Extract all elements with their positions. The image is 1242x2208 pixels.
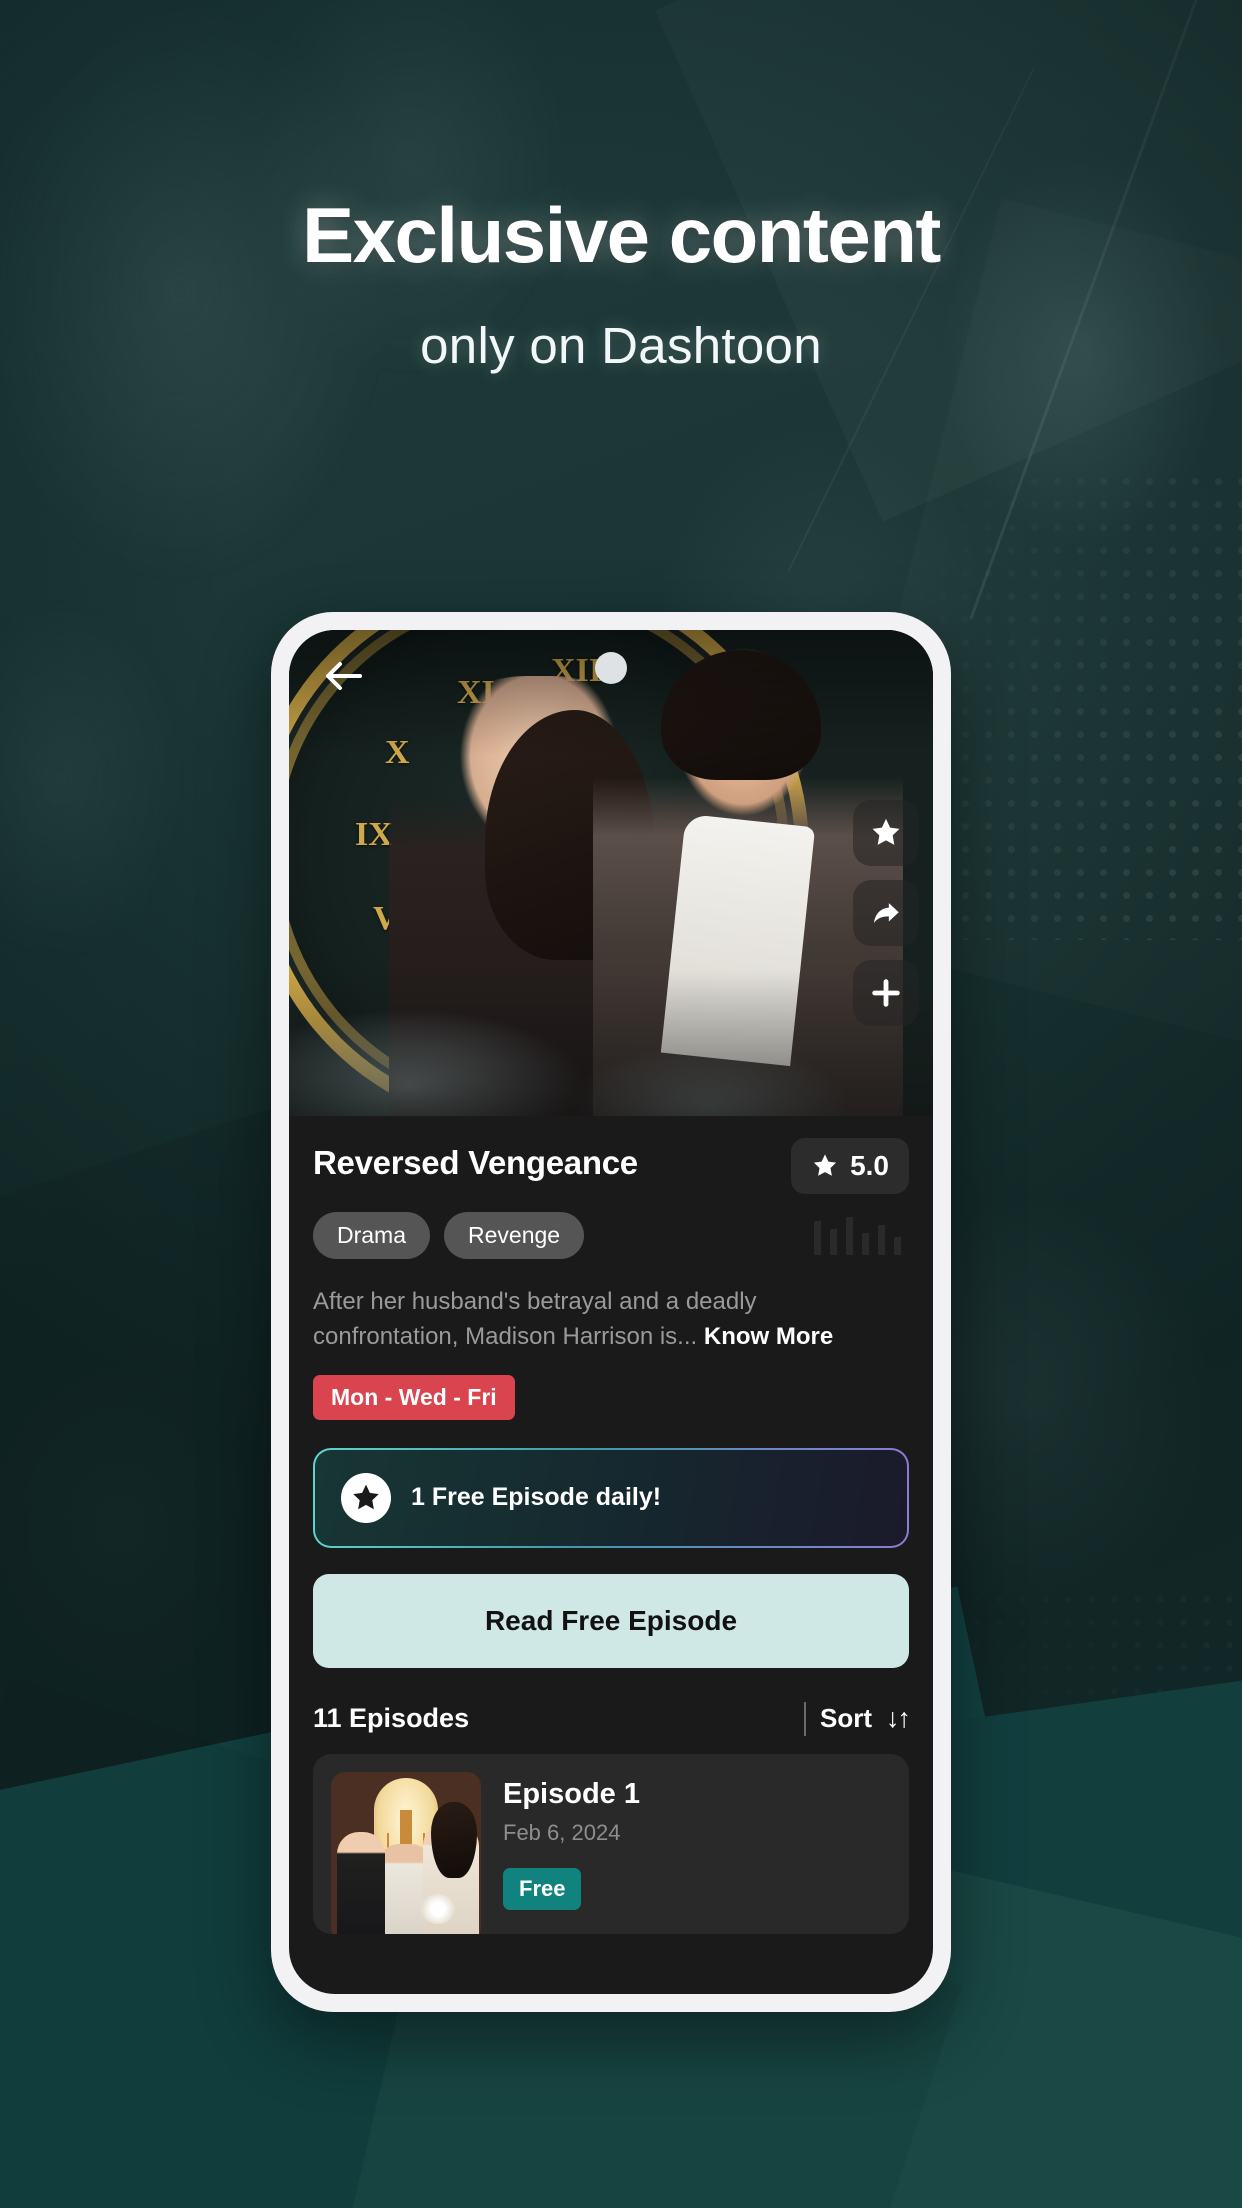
camera-punchhole <box>595 652 627 684</box>
free-episode-banner-text: 1 Free Episode daily! <box>411 1483 662 1512</box>
promo-subheadline: only on Dashtoon <box>420 317 822 374</box>
episodes-header-bar: 11 Episodes Sort ↓↑ <box>313 1701 911 1754</box>
series-title: Reversed Vengeance <box>313 1144 638 1181</box>
share-button[interactable] <box>853 880 919 946</box>
promo-screenshot: Exclusive content only on Dashtoon IX X … <box>0 0 1242 2208</box>
synopsis-text: After her husband's betrayal and a deadl… <box>313 1288 757 1350</box>
hero-overlay-gradient <box>289 630 933 1116</box>
sort-label: Sort <box>820 1703 872 1734</box>
bouquet <box>421 1893 455 1924</box>
rating-badge: 5.0 <box>791 1138 909 1194</box>
phone-mockup: IX X XI XII VIII <box>271 612 951 2012</box>
genre-tag-row: Drama Revenge <box>313 1212 909 1259</box>
hero-artwork: IX X XI XII VIII <box>289 630 933 1116</box>
hero-banner: IX X XI XII VIII <box>289 630 933 1116</box>
episode-list-item[interactable]: Episode 1 Feb 6, 2024 Free <box>313 1753 909 1934</box>
episode-thumbnail-art <box>331 1772 481 1934</box>
star-icon <box>872 818 900 845</box>
sort-divider <box>804 1701 806 1736</box>
promo-headline: Exclusive content <box>302 191 941 279</box>
bride-hair <box>431 1801 477 1878</box>
groom-figure <box>337 1831 385 1934</box>
add-to-library-button[interactable] <box>853 960 919 1026</box>
rating-value: 5.0 <box>850 1150 889 1181</box>
free-episode-banner[interactable]: 1 Free Episode daily! <box>313 1447 909 1548</box>
episode-thumbnail <box>331 1771 481 1934</box>
phone-screen: IX X XI XII VIII <box>289 630 933 1994</box>
release-schedule-badge: Mon - Wed - Fri <box>313 1374 515 1420</box>
hero-action-stack <box>853 800 919 1026</box>
know-more-link[interactable]: Know More <box>704 1323 833 1350</box>
share-icon <box>873 903 899 923</box>
star-icon <box>353 1484 379 1509</box>
star-badge-icon <box>341 1472 391 1523</box>
plus-icon <box>872 979 900 1007</box>
back-arrow-icon <box>326 662 362 690</box>
read-free-episode-button[interactable]: Read Free Episode <box>313 1573 909 1668</box>
free-episode-banner-inner: 1 Free Episode daily! <box>315 1449 907 1546</box>
episode-info: Episode 1 Feb 6, 2024 Free <box>503 1772 640 1916</box>
star-icon <box>813 1154 837 1176</box>
genre-tag-revenge[interactable]: Revenge <box>444 1212 585 1259</box>
sort-control[interactable]: Sort ↓↑ <box>804 1701 911 1736</box>
title-row: Reversed Vengeance 5.0 <box>313 1138 909 1194</box>
series-synopsis: After her husband's betrayal and a deadl… <box>313 1285 873 1355</box>
episode-date: Feb 6, 2024 <box>503 1819 621 1845</box>
favorite-button[interactable] <box>853 800 919 866</box>
episode-title: Episode 1 <box>503 1777 640 1810</box>
placeholder-bars <box>814 1217 901 1255</box>
promo-headline-block: Exclusive content only on Dashtoon <box>0 196 1242 375</box>
back-button[interactable] <box>319 652 367 700</box>
sort-arrows-icon: ↓↑ <box>886 1703 911 1734</box>
episodes-count-label: 11 Episodes <box>313 1703 470 1734</box>
series-details: Reversed Vengeance 5.0 Drama Revenge Aft… <box>289 1116 933 1934</box>
episode-free-badge: Free <box>503 1867 582 1910</box>
genre-tag-drama[interactable]: Drama <box>313 1212 431 1259</box>
